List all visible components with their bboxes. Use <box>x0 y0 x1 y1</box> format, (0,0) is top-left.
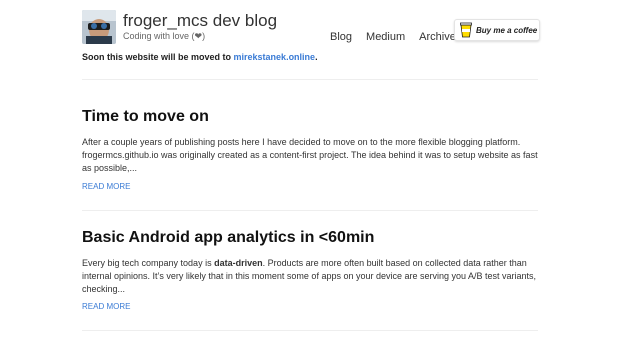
site-subtitle: Coding with love (❤) <box>123 31 206 41</box>
buy-me-a-coffee-button[interactable]: Buy me a coffee <box>454 19 540 41</box>
excerpt-text: Every big tech company today is <box>82 258 215 268</box>
post-title[interactable]: Time to move on <box>82 108 209 126</box>
site-title[interactable]: froger_mcs dev blog <box>123 11 277 31</box>
avatar[interactable] <box>82 10 116 44</box>
main-nav: Blog Medium Archive <box>330 31 456 43</box>
post-excerpt: Every big tech company today is data-dri… <box>82 257 542 296</box>
bmc-label: Buy me a coffee <box>476 25 538 35</box>
notice-suffix: . <box>315 52 318 62</box>
notice-prefix: Soon this website will be moved to <box>82 52 234 62</box>
nav-blog[interactable]: Blog <box>330 31 352 43</box>
coffee-cup-icon <box>460 22 472 38</box>
read-more-link[interactable]: READ MORE <box>82 302 130 311</box>
nav-archive[interactable]: Archive <box>419 31 456 43</box>
excerpt-bold: data-driven <box>214 258 263 268</box>
divider <box>82 79 538 80</box>
site-header: froger_mcs dev blog Coding with love (❤)… <box>82 10 542 52</box>
read-more-link[interactable]: READ MORE <box>82 182 130 191</box>
move-notice: Soon this website will be moved to mirek… <box>82 52 318 62</box>
notice-link[interactable]: mirekstanek.online <box>234 52 316 62</box>
divider <box>82 330 538 331</box>
nav-medium[interactable]: Medium <box>366 31 405 43</box>
divider <box>82 210 538 211</box>
post-excerpt: After a couple years of publishing posts… <box>82 137 538 173</box>
post-title[interactable]: Basic Android app analytics in <60min <box>82 229 374 247</box>
